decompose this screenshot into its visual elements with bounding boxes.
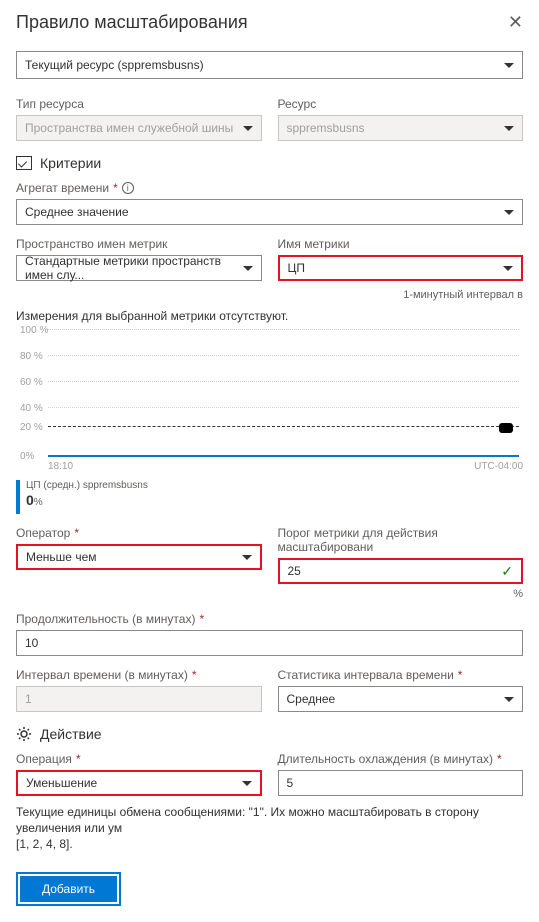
- duration-input[interactable]: 10: [16, 630, 523, 656]
- chevron-down-icon: [504, 126, 514, 131]
- operation-value: Уменьшение: [26, 776, 97, 790]
- cooldown-value: 5: [287, 776, 294, 790]
- operator-dropdown[interactable]: Меньше чем: [16, 544, 262, 570]
- chevron-down-icon: [243, 126, 253, 131]
- criteria-icon: [16, 156, 32, 170]
- chevron-down-icon: [242, 555, 252, 560]
- metric-namespace-value: Стандартные метрики пространств имен слу…: [25, 254, 243, 282]
- chevron-down-icon: [503, 266, 513, 271]
- panel-title: Правило масштабирования: [16, 12, 248, 33]
- resource-type-dropdown: Пространства имен служебной шины: [16, 115, 262, 141]
- resource-type-value: Пространства имен служебной шины: [25, 121, 233, 135]
- action-title: Действие: [40, 726, 102, 742]
- metric-namespace-label: Пространство имен метрик: [16, 237, 262, 251]
- time-grain-stat-value: Среднее: [287, 692, 336, 706]
- info-icon[interactable]: i: [122, 182, 134, 194]
- threshold-value: 25: [288, 564, 301, 578]
- legend-value: 0: [26, 492, 34, 508]
- interval-note: 1-минутный интервал в: [16, 289, 523, 301]
- threshold-input[interactable]: 25 ✓: [278, 558, 524, 584]
- check-icon: ✓: [501, 563, 513, 580]
- threshold-unit: %: [278, 588, 524, 600]
- x-tick-tz: UTC-04:00: [474, 461, 523, 472]
- operation-label: Операция: [16, 752, 72, 766]
- operation-dropdown[interactable]: Уменьшение: [16, 770, 262, 796]
- chevron-down-icon: [504, 63, 514, 68]
- scale-values: [1, 2, 4, 8].: [16, 837, 73, 851]
- dimensions-message: Измерения для выбранной метрики отсутств…: [16, 309, 523, 323]
- close-icon[interactable]: ✕: [508, 12, 523, 33]
- time-aggregate-dropdown[interactable]: Среднее значение: [16, 199, 523, 225]
- cooldown-input[interactable]: 5: [278, 770, 524, 796]
- chevron-down-icon: [504, 697, 514, 702]
- legend-label: ЦП (средн.) sppremsbusns: [26, 480, 148, 492]
- time-grain-label: Интервал времени (в минутах): [16, 668, 188, 682]
- criteria-title: Критерии: [40, 155, 101, 171]
- operator-value: Меньше чем: [26, 550, 97, 564]
- add-button[interactable]: Добавить: [20, 876, 117, 902]
- resource-label: Ресурс: [278, 97, 524, 111]
- time-grain-input: 1: [16, 686, 262, 712]
- time-grain-value: 1: [25, 692, 32, 706]
- metric-name-label: Имя метрики: [278, 237, 524, 251]
- metric-name-dropdown[interactable]: ЦП: [278, 255, 524, 281]
- chevron-down-icon: [243, 266, 253, 271]
- duration-label: Продолжительность (в минутах): [16, 612, 195, 626]
- chart-line: [48, 455, 519, 459]
- time-grain-stat-label: Статистика интервала времени: [278, 668, 454, 682]
- source-dropdown[interactable]: Текущий ресурс (sppremsbusns): [16, 51, 523, 79]
- metric-chart: 100 % 80 % 60 % 40 % 20 % 0% 18:10 UTC-0…: [16, 329, 523, 514]
- resource-type-label: Тип ресурса: [16, 97, 262, 111]
- action-icon: [16, 726, 32, 742]
- metric-name-value: ЦП: [288, 261, 306, 275]
- operator-label: Оператор: [16, 526, 70, 540]
- scale-note-text: Текущие единицы обмена сообщениями: "1".…: [16, 805, 479, 835]
- resource-dropdown: sppremsbusns: [278, 115, 524, 141]
- source-value: Текущий ресурс (sppremsbusns): [25, 58, 204, 72]
- chart-marker: [499, 423, 513, 433]
- resource-value: sppremsbusns: [287, 121, 365, 135]
- time-aggregate-label: Агрегат времени: [16, 181, 109, 195]
- chevron-down-icon: [504, 210, 514, 215]
- cooldown-label: Длительность охлаждения (в минутах): [278, 752, 494, 766]
- time-aggregate-value: Среднее значение: [25, 205, 129, 219]
- metric-namespace-dropdown[interactable]: Стандартные метрики пространств имен слу…: [16, 255, 262, 281]
- x-tick: 18:10: [48, 461, 73, 472]
- duration-value: 10: [25, 636, 38, 650]
- threshold-label: Порог метрики для действия масштабирован…: [278, 526, 524, 554]
- legend-color: [16, 480, 20, 514]
- chevron-down-icon: [242, 781, 252, 786]
- time-grain-stat-dropdown[interactable]: Среднее: [278, 686, 524, 712]
